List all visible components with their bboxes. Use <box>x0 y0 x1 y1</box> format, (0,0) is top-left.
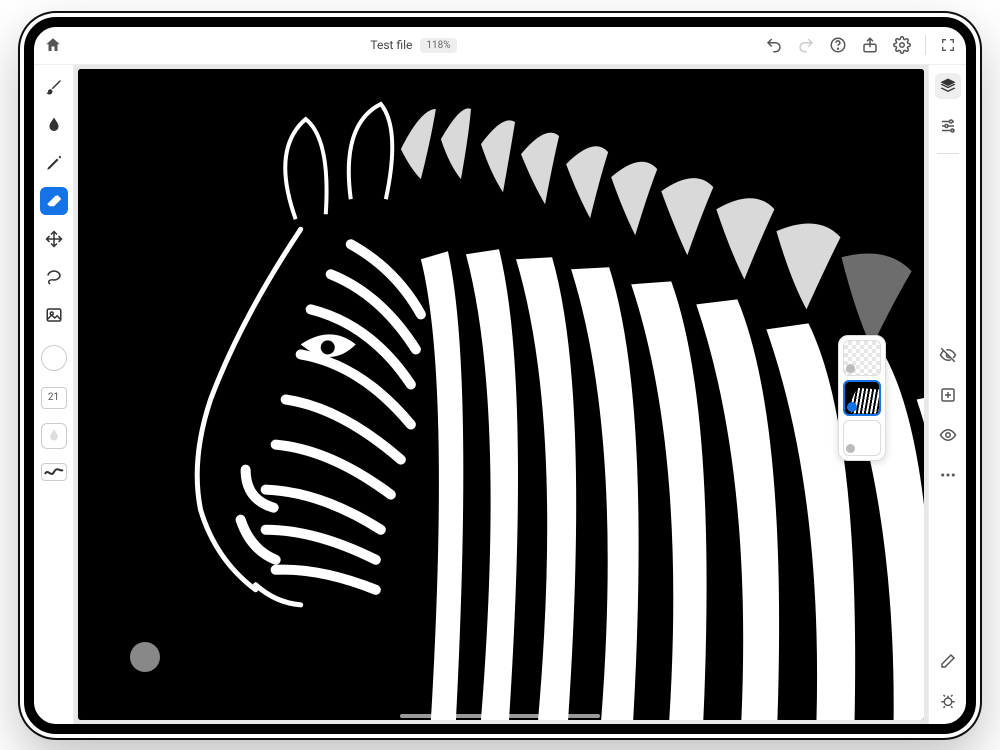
more-options-button[interactable] <box>935 462 961 488</box>
layer-active-dot <box>847 402 857 412</box>
adjustments-button[interactable] <box>935 113 961 139</box>
move-tool[interactable] <box>40 225 68 253</box>
pen-tool[interactable] <box>40 149 68 177</box>
home-button[interactable] <box>44 36 62 54</box>
left-toolbar: 21 <box>34 65 74 724</box>
paint-brush-tool[interactable] <box>40 73 68 101</box>
fullscreen-button[interactable] <box>940 37 956 53</box>
layers-panel-button[interactable] <box>935 73 961 99</box>
edit-pencil-icon[interactable] <box>935 648 961 674</box>
help-button[interactable] <box>829 36 847 54</box>
undo-button[interactable] <box>765 36 783 54</box>
eraser-tool[interactable] <box>40 187 68 215</box>
visibility-hidden-icon[interactable] <box>935 342 961 368</box>
tablet-device-frame: Test file 118% <box>20 13 980 738</box>
share-button[interactable] <box>861 36 879 54</box>
brush-size-input[interactable]: 21 <box>41 387 67 409</box>
canvas[interactable] <box>78 69 924 720</box>
layer-thumb-artwork[interactable] <box>843 380 881 416</box>
smudge-tool[interactable] <box>40 111 68 139</box>
right-toolbar <box>928 65 966 724</box>
home-indicator[interactable] <box>400 714 600 718</box>
artwork-zebra <box>78 69 924 720</box>
settings-button[interactable] <box>893 36 911 54</box>
top-bar: Test file 118% <box>34 27 966 65</box>
redo-button[interactable] <box>797 36 815 54</box>
visibility-icon[interactable] <box>935 422 961 448</box>
zoom-level-badge[interactable]: 118% <box>420 38 456 53</box>
layer-thumb-background[interactable] <box>843 420 881 456</box>
brush-shape-preview[interactable] <box>41 423 67 449</box>
layers-flyout <box>838 335 886 461</box>
layer-thumb-transparent[interactable] <box>843 340 881 376</box>
color-swatch[interactable] <box>41 345 67 371</box>
layer-visibility-dot <box>846 444 855 453</box>
lasso-tool[interactable] <box>40 263 68 291</box>
app-screen: Test file 118% <box>34 27 966 724</box>
touch-shortcut-button[interactable] <box>130 642 160 672</box>
layer-visibility-dot <box>846 364 855 373</box>
image-tool[interactable] <box>40 301 68 329</box>
canvas-area <box>74 65 928 724</box>
document-title: Test file <box>370 38 412 52</box>
bug-report-icon[interactable] <box>935 688 961 714</box>
add-layer-button[interactable] <box>935 382 961 408</box>
stroke-preview[interactable] <box>41 463 67 481</box>
